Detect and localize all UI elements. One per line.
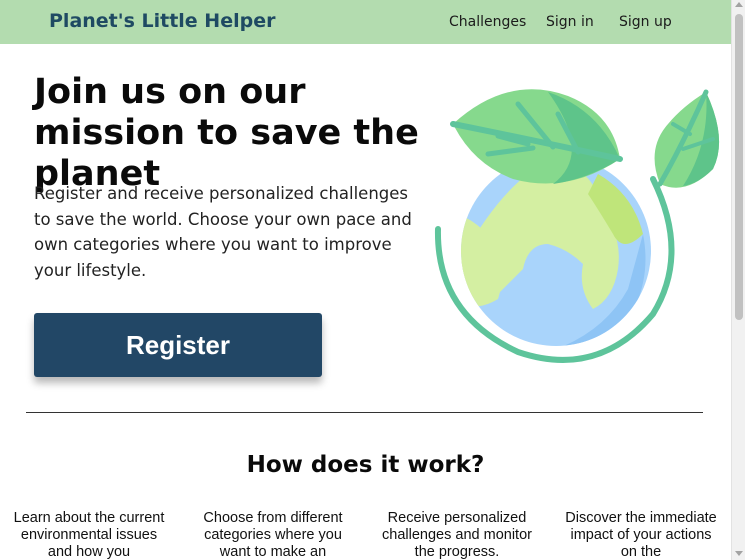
scroll-up-arrow-icon[interactable]	[735, 2, 743, 7]
step-receive-challenges: Receive personalized challenges and moni…	[382, 510, 532, 560]
hero-title: Join us on our mission to save the plane…	[34, 72, 419, 194]
step-discover-impact: Discover the immediate impact of your ac…	[565, 510, 717, 560]
how-it-works-title: How does it work?	[246, 452, 485, 478]
vertical-scrollbar[interactable]	[731, 0, 745, 560]
scroll-down-arrow-icon[interactable]	[735, 551, 743, 556]
section-divider	[26, 412, 703, 413]
nav-link-sign-in[interactable]: Sign in	[546, 14, 594, 30]
step-learn: Learn about the current environmental is…	[13, 510, 165, 560]
step-choose-categories: Choose from different categories where y…	[203, 510, 343, 560]
top-navbar: Planet's Little Helper Challenges Sign i…	[0, 0, 731, 44]
nav-link-challenges[interactable]: Challenges	[449, 14, 526, 30]
earth-with-leaves-icon	[434, 89, 720, 363]
nav-link-sign-up[interactable]: Sign up	[619, 14, 672, 30]
scrollbar-thumb[interactable]	[735, 14, 743, 320]
hero-description: Register and receive personalized challe…	[34, 184, 412, 280]
register-button[interactable]: Register	[34, 313, 322, 377]
brand-logo-text[interactable]: Planet's Little Helper	[49, 10, 275, 32]
